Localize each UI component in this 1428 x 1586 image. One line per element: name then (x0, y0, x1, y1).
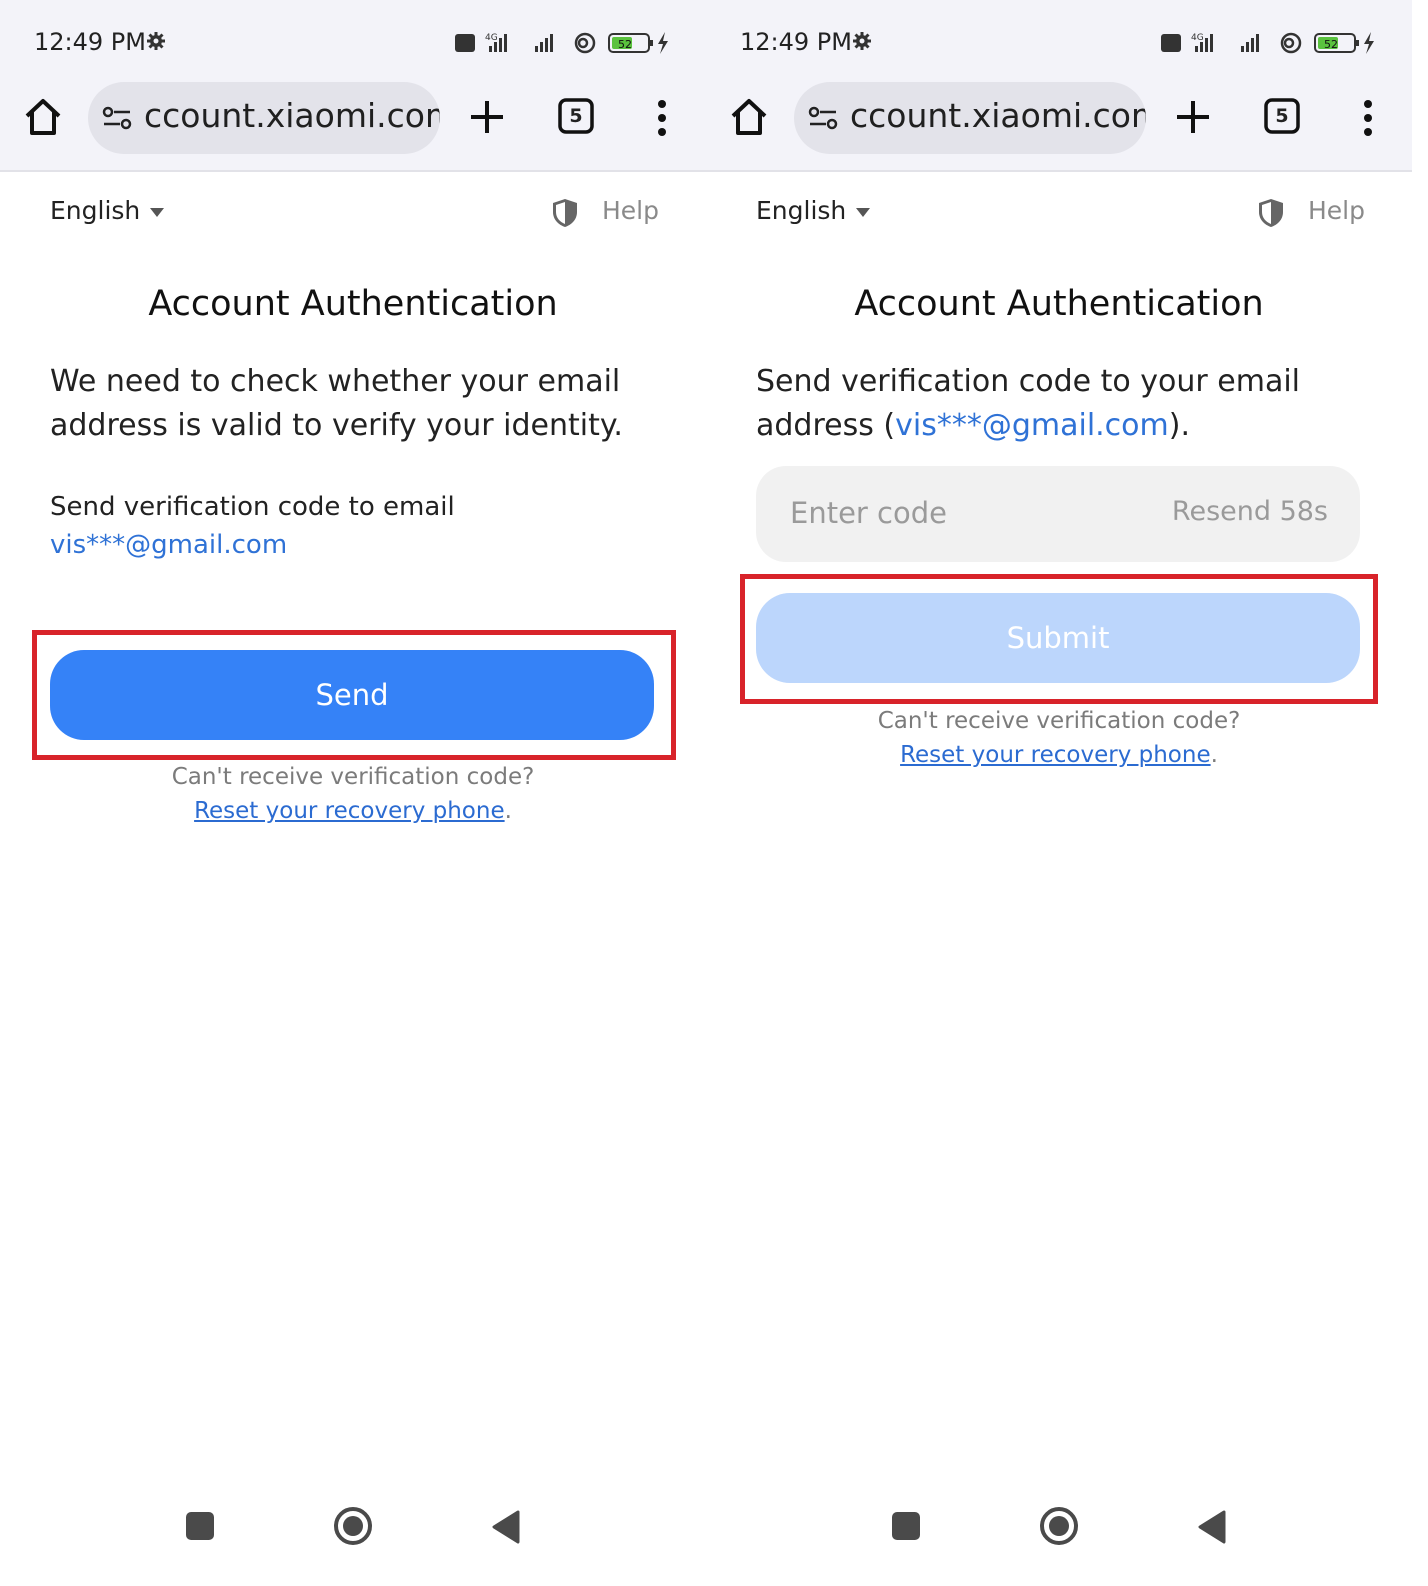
android-nav-bar (0, 1480, 706, 1586)
browser-chrome: 12:49 PM 4G 52 ccount.xiaomi.com 5 (706, 0, 1412, 172)
network-label: 4G (1191, 33, 1204, 43)
status-time: 12:49 PM (740, 28, 852, 56)
intro-suffix: ). (1168, 408, 1191, 443)
more-vert-icon[interactable] (1354, 98, 1382, 138)
language-label: English (756, 196, 847, 225)
masked-email: vis***@gmail.com (50, 530, 288, 560)
nav-home-icon[interactable] (1039, 1506, 1079, 1546)
status-icons: 4G 52 (455, 32, 668, 54)
site-settings-icon[interactable] (808, 105, 838, 131)
plus-icon[interactable] (468, 98, 506, 136)
recents-icon[interactable] (892, 1512, 920, 1540)
android-nav-bar (706, 1480, 1412, 1586)
battery-level: 52 (1324, 38, 1338, 51)
screen-enter-code: 12:49 PM 4G 52 ccount.xiaomi.com 5 Engli… (706, 0, 1412, 1586)
code-field: Resend 58s (756, 466, 1360, 562)
reset-recovery-phone-link[interactable]: Reset your recovery phone (900, 742, 1211, 768)
home-icon[interactable] (728, 96, 770, 138)
network-label: 4G (485, 33, 498, 43)
volte-icon (1161, 34, 1181, 52)
signal-icon-2 (535, 34, 553, 52)
cant-receive-text: Can't receive verification code? (171, 764, 535, 790)
masked-email: vis***@gmail.com (895, 408, 1169, 443)
screen-send: 12:49 PM 4G 52 ccount.xiaomi.com 5 Engli… (0, 0, 706, 1586)
site-settings-icon[interactable] (102, 105, 132, 131)
url-text: ccount.xiaomi.com (850, 96, 1146, 135)
url-bar[interactable]: ccount.xiaomi.com (88, 82, 440, 154)
url-text: ccount.xiaomi.com (144, 96, 440, 135)
intro-text: We need to check whether your email addr… (50, 364, 623, 443)
caret-down-icon (150, 208, 164, 217)
shield-icon (1259, 199, 1283, 227)
recents-icon[interactable] (186, 1512, 214, 1540)
reset-suffix: . (504, 798, 512, 824)
reset-line: Reset your recovery phone. (706, 742, 1412, 768)
tabs-button[interactable]: 5 (1264, 98, 1300, 134)
tabs-button[interactable]: 5 (558, 98, 594, 134)
reset-recovery-phone-link[interactable]: Reset your recovery phone (194, 798, 505, 824)
back-icon[interactable] (490, 1510, 520, 1544)
send-button[interactable]: Send (50, 650, 654, 740)
send-info-prefix: Send verification code to email (50, 492, 455, 522)
charging-icon (658, 32, 668, 54)
help-label: Help (602, 196, 659, 225)
resend-countdown: Resend 58s (1171, 496, 1328, 527)
page-title: Account Authentication (854, 284, 1264, 324)
battery-level: 52 (618, 38, 632, 51)
signal-icon-2 (1241, 34, 1259, 52)
send-info: Send verification code to email vis***@g… (50, 488, 650, 564)
intro-text: Send verification code to your email add… (756, 360, 1376, 448)
submit-button[interactable]: Submit (756, 593, 1360, 683)
cant-receive-text: Can't receive verification code? (877, 708, 1241, 734)
back-icon[interactable] (1196, 1510, 1226, 1544)
hotspot-icon (574, 32, 596, 54)
volte-icon (455, 34, 475, 52)
help-label: Help (1308, 196, 1365, 225)
code-input[interactable] (788, 490, 1152, 536)
charging-icon (1364, 32, 1374, 54)
reset-line: Reset your recovery phone. (0, 798, 706, 824)
page-title: Account Authentication (148, 284, 558, 324)
status-icons: 4G 52 (1161, 32, 1374, 54)
reset-suffix: . (1210, 742, 1218, 768)
plus-icon[interactable] (1174, 98, 1212, 136)
status-time: 12:49 PM (34, 28, 146, 56)
caret-down-icon (856, 208, 870, 217)
shield-icon (553, 199, 577, 227)
url-bar[interactable]: ccount.xiaomi.com (794, 82, 1146, 154)
home-icon[interactable] (22, 96, 64, 138)
more-vert-icon[interactable] (648, 98, 676, 138)
nav-home-icon[interactable] (333, 1506, 373, 1546)
gear-icon (147, 32, 165, 50)
language-select[interactable]: English (50, 196, 164, 236)
language-label: English (50, 196, 141, 225)
language-select[interactable]: English (756, 196, 870, 236)
gear-icon (853, 32, 871, 50)
hotspot-icon (1280, 32, 1302, 54)
browser-chrome: 12:49 PM 4G 52 ccount.xiaomi.com 5 (0, 0, 706, 172)
tab-count: 5 (1275, 105, 1289, 127)
tab-count: 5 (569, 105, 583, 127)
